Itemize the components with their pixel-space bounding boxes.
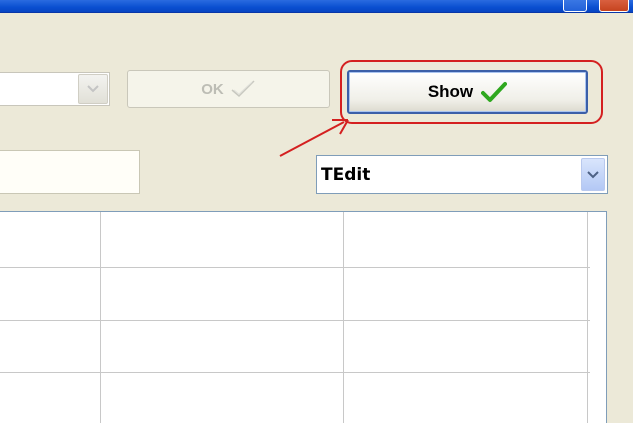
text-input[interactable] (0, 150, 140, 194)
show-button[interactable]: Show (347, 70, 588, 114)
check-green-icon (481, 82, 508, 102)
data-grid[interactable] (0, 211, 607, 423)
grid-column-divider (100, 212, 101, 423)
show-label: Show (427, 82, 474, 101)
grid-row-divider (0, 372, 590, 373)
check-outline-icon (231, 80, 255, 98)
close-button[interactable] (599, 0, 629, 12)
window-titlebar (0, 0, 633, 13)
grid-row-divider (0, 320, 590, 321)
component-select[interactable]: TEdit (316, 155, 608, 194)
grid-column-divider (343, 212, 344, 423)
chevron-down-icon (87, 85, 99, 93)
grid-row-divider (0, 267, 590, 268)
ok-label: OK (201, 80, 224, 98)
ok-button[interactable]: OK (127, 70, 330, 108)
component-select-value: TEdit (321, 164, 371, 185)
grid-column-divider (587, 212, 588, 423)
chevron-down-icon (587, 170, 599, 178)
component-select-dropdown-button[interactable] (581, 158, 605, 191)
maximize-button[interactable] (563, 0, 587, 12)
top-combo-dropdown-button[interactable] (78, 74, 108, 104)
